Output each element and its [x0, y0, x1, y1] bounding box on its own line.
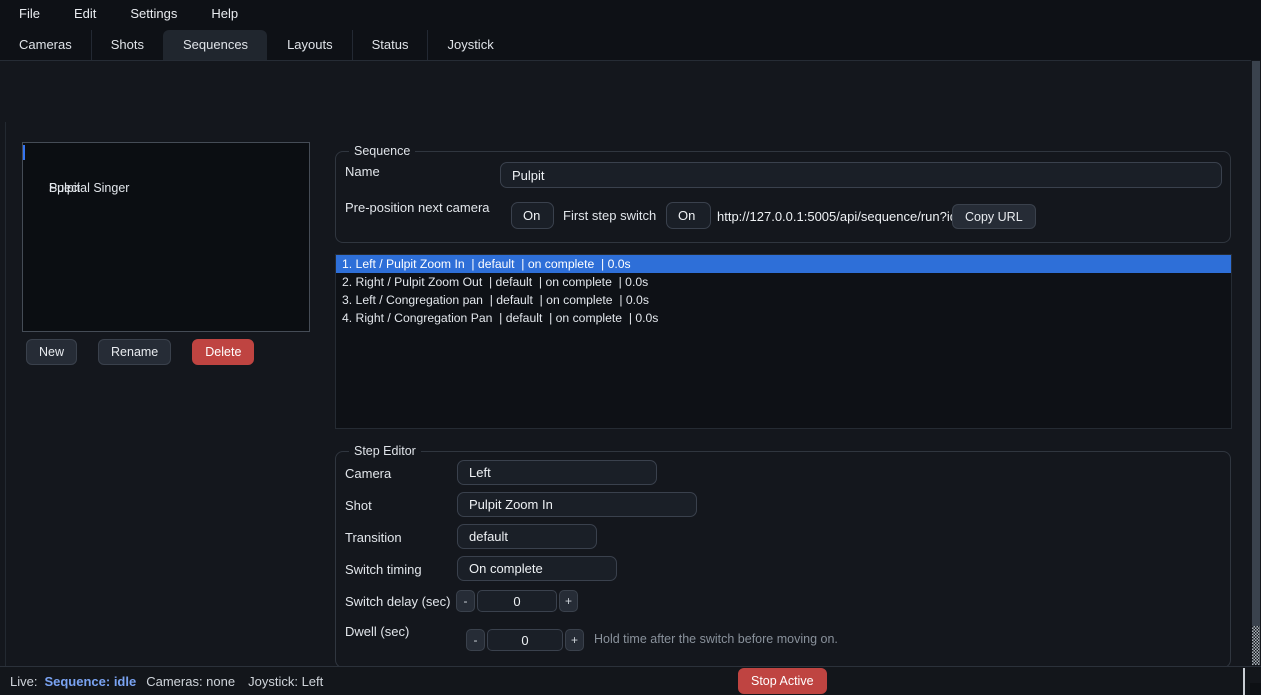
menu-file[interactable]: File: [2, 0, 57, 28]
step-row-4[interactable]: 4. Right / Congregation Pan | default | …: [336, 309, 1231, 327]
copy-url-button[interactable]: Copy URL: [952, 204, 1036, 229]
rename-sequence-button[interactable]: Rename: [98, 339, 171, 365]
step-editor-group: Step Editor Camera Left Shot Pulpit Zoom…: [335, 451, 1231, 668]
selection-caret: [23, 145, 25, 160]
live-label: Live:: [10, 674, 37, 689]
menu-settings[interactable]: Settings: [113, 0, 194, 28]
scrollbar-groove[interactable]: [1252, 626, 1260, 665]
transition-combobox[interactable]: default: [457, 524, 597, 549]
joystick-status: Joystick: Left: [248, 674, 323, 689]
camera-label: Camera: [345, 466, 391, 481]
tab-status[interactable]: Status: [352, 30, 428, 60]
tab-shots[interactable]: Shots: [91, 30, 163, 60]
switch-timing-combobox[interactable]: On complete: [457, 556, 617, 581]
dwell-increment-button[interactable]: +: [565, 629, 584, 651]
sequence-list-buttons: New Rename Delete: [26, 339, 254, 365]
sequence-list-item-special-singer[interactable]: Special Singer: [23, 161, 309, 179]
step-listbox[interactable]: 1. Left / Pulpit Zoom In | default | on …: [335, 254, 1232, 429]
sequence-listbox[interactable]: Pulpit Special Singer: [22, 142, 310, 332]
dwell-label: Dwell (sec): [345, 624, 409, 639]
run-url-text: http://127.0.0.1:5005/api/sequence/run?i…: [717, 209, 972, 224]
status-bar: Live: Sequence: idle Cameras: none Joyst…: [0, 666, 1261, 695]
menu-edit[interactable]: Edit: [57, 0, 113, 28]
shot-combobox[interactable]: Pulpit Zoom In: [457, 492, 697, 517]
first-step-switch-combobox[interactable]: On: [666, 202, 711, 229]
menubar: File Edit Settings Help: [0, 0, 1261, 28]
dwell-decrement-button[interactable]: -: [466, 629, 485, 651]
switch-timing-label: Switch timing: [345, 562, 422, 577]
status-corner: [1250, 683, 1261, 695]
dwell-input[interactable]: [487, 629, 563, 651]
switch-delay-increment-button[interactable]: +: [559, 590, 578, 612]
camera-combobox[interactable]: Left: [457, 460, 657, 485]
scrollbar-thumb[interactable]: [1252, 61, 1260, 626]
shot-label: Shot: [345, 498, 372, 513]
tab-sequences[interactable]: Sequences: [163, 30, 267, 60]
tab-cameras[interactable]: Cameras: [0, 30, 91, 60]
menu-help[interactable]: Help: [194, 0, 255, 28]
vertical-scrollbar[interactable]: [1251, 60, 1261, 665]
step-editor-group-title: Step Editor: [349, 444, 421, 459]
stop-active-button[interactable]: Stop Active: [738, 668, 827, 694]
step-row-3[interactable]: 3. Left / Congregation pan | default | o…: [336, 291, 1231, 309]
first-step-switch-label: First step switch: [563, 208, 656, 223]
sequence-list-item-pulpit[interactable]: Pulpit: [23, 143, 309, 161]
delete-sequence-button[interactable]: Delete: [192, 339, 254, 365]
tab-joystick[interactable]: Joystick: [427, 30, 512, 60]
name-label: Name: [345, 164, 380, 179]
sequence-group-title: Sequence: [349, 144, 415, 159]
preposition-label: Pre-position next camera: [345, 200, 490, 215]
transition-label: Transition: [345, 530, 402, 545]
new-sequence-button[interactable]: New: [26, 339, 77, 365]
sequence-status: Sequence: idle: [44, 674, 136, 689]
sequence-group: Sequence Name Pre-position next camera O…: [335, 151, 1231, 243]
sequence-name-input[interactable]: [500, 162, 1222, 188]
preposition-combobox[interactable]: On: [511, 202, 554, 229]
frame-divider: [5, 122, 6, 695]
tab-layouts[interactable]: Layouts: [267, 30, 352, 60]
step-row-2[interactable]: 2. Right / Pulpit Zoom Out | default | o…: [336, 273, 1231, 291]
sequence-item-label: Special Singer: [49, 181, 130, 195]
tabbar: Cameras Shots Sequences Layouts Status J…: [0, 28, 1261, 60]
switch-delay-input[interactable]: [477, 590, 557, 612]
switch-delay-decrement-button[interactable]: -: [456, 590, 475, 612]
switch-delay-label: Switch delay (sec): [345, 594, 450, 609]
dwell-hint-text: Hold time after the switch before moving…: [594, 632, 838, 646]
status-items: Live: Sequence: idle Cameras: none Joyst…: [10, 667, 323, 695]
step-row-1[interactable]: 1. Left / Pulpit Zoom In | default | on …: [336, 255, 1231, 273]
sequences-page: Pulpit Special Singer New Rename Delete …: [0, 60, 1261, 666]
status-separator: [1243, 668, 1245, 695]
cameras-status: Cameras: none: [146, 674, 235, 689]
